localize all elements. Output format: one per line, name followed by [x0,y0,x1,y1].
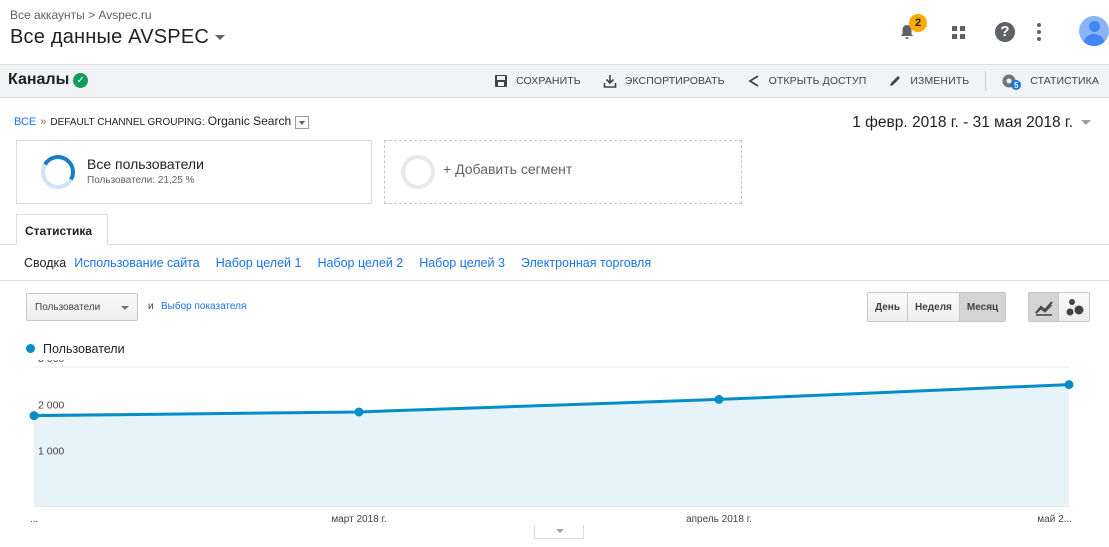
avatar[interactable] [1079,16,1109,46]
chart-legend: Пользователи [26,342,125,356]
choose-metric-link[interactable]: Выбор показателя [161,301,246,312]
x-tick-label: май 2... [1037,514,1072,525]
segment-title: Все пользователи [87,156,204,172]
save-icon [495,75,508,87]
users-area-chart[interactable]: 3 000 2 000 1 000... март 2018 г. апрель 201… [0,360,1109,547]
x-tick-label: апрель 2018 г. [686,514,752,525]
metric-dropdown-label: Пользователи [35,302,101,313]
top-bar: Все аккаунты > Avspec.ru Все данные AVSP… [0,0,1109,64]
tab-strip-border [0,244,1109,245]
subtab-goal-set-1[interactable]: Набор целей 1 [216,256,302,270]
add-segment-button[interactable]: + Добавить сегмент [384,140,742,204]
insights-icon: 5 [1002,74,1022,90]
more-vert-icon[interactable] [1037,23,1041,41]
channel-grouping-label: DEFAULT CHANNEL GROUPING: [50,117,205,128]
chevron-down-icon [121,306,129,310]
download-icon [603,75,617,88]
edit-button[interactable]: ИЗМЕНИТЬ [888,74,969,88]
x-tick-label: март 2018 г. [331,514,386,525]
divider [0,280,1109,281]
period-month-button[interactable]: Месяц [958,293,1006,321]
subtab-goal-set-3[interactable]: Набор целей 3 [419,256,505,270]
segment-all-users[interactable]: Все пользователи Пользователи: 21,25 % [16,140,372,204]
period-day-button[interactable]: День [868,293,907,321]
report-header: Каналы ✓ СОХРАНИТЬ ЭКСПОРТИРОВАТЬ ОТКРЫТЬ… [0,64,1109,98]
notifications-badge: 2 [909,14,927,32]
chevron-down-icon [1081,120,1091,126]
insights-badge: 5 [1013,81,1019,90]
dimension-breadcrumb: ВСЕ » DEFAULT CHANNEL GROUPING: Organic Se… [14,114,310,129]
report-title-row: Каналы ✓ [8,71,89,89]
tab-statistics[interactable]: Статистика [16,214,108,245]
y-tick-label: 3 000 [38,360,64,365]
apps-grid-icon[interactable] [952,26,966,40]
report-actions: СОХРАНИТЬ ЭКСПОРТИРОВАТЬ ОТКРЫТЬ ДОСТУП … [472,65,1099,97]
chevron-down-icon [215,35,226,41]
y-tick-label: 2 000 [38,399,64,411]
data-point [714,394,724,404]
verified-check-icon: ✓ [73,73,89,88]
segment-subtitle: Пользователи: 21,25 % [87,175,195,186]
breadcrumb-separator: » [40,116,47,128]
property-name: Все данные AVSPEC [10,26,210,48]
legend-series-name: Пользователи [43,342,125,356]
top-bar-icons: 2 ? [889,14,1109,50]
legend-series-swatch [26,344,35,353]
and-label: и [148,301,154,312]
save-button[interactable]: СОХРАНИТЬ [494,74,581,88]
segment-ring-icon [37,151,79,193]
report-title: Каналы [8,71,70,88]
channel-grouping-value: Organic Search [207,114,292,128]
chart-type-toggle [1028,292,1090,322]
y-tick-label: 1 000 [38,446,64,458]
date-range-label: 1 февр. 2018 г. - 31 мая 2018 г. [852,114,1073,131]
insights-button[interactable]: 5 СТАТИСТИКА [1002,74,1099,90]
add-segment-label: + Добавить сегмент [443,161,573,177]
data-point [29,411,39,421]
share-icon [747,75,759,87]
pencil-icon [890,76,901,86]
property-selector[interactable]: Все данные AVSPEC [10,26,226,49]
period-toggle: День Неделя Месяц [867,292,1007,322]
export-button[interactable]: ЭКСПОРТИРОВАТЬ [603,74,725,88]
subtab-summary[interactable]: Сводка [24,256,66,270]
share-button[interactable]: ОТКРЫТЬ ДОСТУП [747,74,867,88]
help-icon[interactable]: ? [995,22,1015,42]
chart-collapse-handle[interactable] [534,525,584,539]
subtab-ecommerce[interactable]: Электронная торговля [521,256,651,270]
date-range-picker[interactable]: 1 февр. 2018 г. - 31 мая 2018 г. [852,114,1091,132]
subtab-site-usage[interactable]: Использование сайта [74,256,200,270]
motion-chart-view-button[interactable] [1059,293,1089,321]
actions-divider [985,71,987,91]
period-week-button[interactable]: Неделя [907,293,959,321]
breadcrumb-all-link[interactable]: ВСЕ [14,116,36,128]
data-point [354,407,364,417]
bubble-chart-icon [1066,299,1084,316]
line-chart-icon [1035,301,1053,316]
subtab-goal-set-2[interactable]: Набор целей 2 [317,256,403,270]
metric-dropdown[interactable]: Пользователи [26,293,138,321]
x-tick-label: ... [30,514,38,525]
line-chart-view-button[interactable] [1029,293,1059,321]
explorer-subnav: Сводка Использование сайта Набор целей 1… [24,256,667,270]
empty-segment-ring-icon [401,155,435,189]
notifications-button[interactable]: 2 [889,14,933,50]
series-area [34,384,1069,506]
data-point [1064,380,1074,390]
account-breadcrumb[interactable]: Все аккаунты > Avspec.ru [10,8,152,22]
dimension-dropdown[interactable] [295,115,310,129]
